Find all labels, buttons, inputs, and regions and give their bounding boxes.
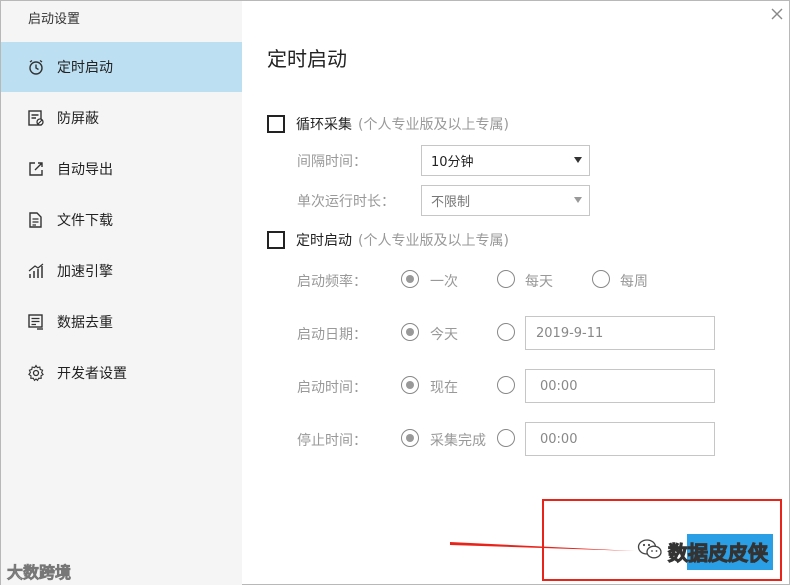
wechat-logo [637, 537, 663, 561]
time-now-radio[interactable] [401, 376, 419, 394]
frequency-weekly-radio[interactable] [592, 270, 610, 288]
shield-doc-icon [27, 109, 45, 127]
stop-custom-radio[interactable] [497, 429, 515, 447]
scheduled-start-checkbox[interactable] [267, 231, 285, 249]
settings-window: 启动设置 定时启动 防屏蔽 自动导出 文件下载 加速引擎 数据去重 开发者设置 … [0, 0, 790, 585]
dedupe-icon [27, 313, 45, 331]
chevron-down-icon [574, 197, 582, 203]
frequency-once-label: 一次 [430, 274, 458, 290]
gear-icon [27, 364, 45, 382]
sidebar-item-dedupe[interactable]: 数据去重 [1, 297, 242, 347]
stop-complete-radio[interactable] [401, 429, 419, 447]
sidebar-item-scheduled-start[interactable]: 定时启动 [1, 42, 242, 92]
sidebar-item-label: 文件下载 [57, 213, 113, 229]
sidebar: 启动设置 定时启动 防屏蔽 自动导出 文件下载 加速引擎 数据去重 开发者设置 … [1, 1, 242, 585]
speed-chart-icon [27, 262, 45, 280]
frequency-daily-label: 每天 [525, 274, 553, 290]
close-icon [771, 8, 783, 20]
file-download-icon [27, 211, 45, 229]
frequency-once-radio[interactable] [401, 270, 419, 288]
loop-collect-label: 循环采集 [296, 117, 352, 133]
date-today-radio[interactable] [401, 323, 419, 341]
frequency-daily-radio[interactable] [497, 270, 515, 288]
stop-time-label: 停止时间： [297, 433, 367, 449]
start-date-input[interactable]: 2019-9-11 [525, 316, 715, 350]
alarm-clock-icon [27, 58, 45, 76]
stop-time-input[interactable]: 00:00 [525, 422, 715, 456]
loop-collect-note: (个人专业版及以上专属) [358, 117, 509, 133]
scheduled-start-row: 定时启动 (个人专业版及以上专属) [267, 230, 509, 250]
export-icon [27, 160, 45, 178]
sidebar-item-label: 数据去重 [57, 315, 113, 331]
window-title: 启动设置 [28, 12, 81, 27]
watermark-text: 数据皮皮侠 [668, 541, 769, 566]
time-now-label: 现在 [430, 380, 458, 396]
scheduled-start-label: 定时启动 [296, 233, 352, 249]
sidebar-item-label: 防屏蔽 [57, 111, 99, 127]
frequency-weekly-label: 每周 [620, 274, 648, 290]
sidebar-item-anti-block[interactable]: 防屏蔽 [1, 93, 242, 143]
time-custom-radio[interactable] [497, 376, 515, 394]
close-button[interactable] [769, 6, 785, 22]
chevron-down-icon [574, 157, 582, 163]
loop-collect-row: 循环采集 (个人专业版及以上专属) [267, 114, 509, 134]
sidebar-item-label: 定时启动 [57, 60, 113, 76]
sidebar-item-auto-export[interactable]: 自动导出 [1, 144, 242, 194]
scheduled-start-note: (个人专业版及以上专属) [358, 233, 509, 249]
date-custom-radio[interactable] [497, 323, 515, 341]
page-title: 定时启动 [267, 47, 347, 71]
start-time-input[interactable]: 00:00 [525, 369, 715, 403]
sidebar-item-label: 加速引擎 [57, 264, 113, 280]
sidebar-item-file-download[interactable]: 文件下载 [1, 195, 242, 245]
sidebar-item-label: 开发者设置 [57, 366, 127, 382]
date-today-label: 今天 [430, 327, 458, 343]
interval-value: 10分钟 [431, 155, 474, 170]
interval-label: 间隔时间： [297, 154, 367, 170]
loop-collect-checkbox[interactable] [267, 115, 285, 133]
stop-complete-label: 采集完成 [430, 433, 486, 449]
sidebar-item-developer-settings[interactable]: 开发者设置 [1, 348, 242, 398]
start-time-label: 启动时间： [297, 380, 367, 396]
bottom-watermark: 大数跨境 [7, 563, 72, 583]
frequency-label: 启动频率： [297, 274, 367, 290]
duration-select[interactable]: 不限制 [421, 185, 590, 216]
start-date-label: 启动日期： [297, 327, 367, 343]
duration-label: 单次运行时长： [297, 194, 395, 210]
duration-value: 不限制 [431, 195, 471, 210]
sidebar-item-label: 自动导出 [57, 162, 113, 178]
interval-select[interactable]: 10分钟 [421, 145, 590, 176]
sidebar-item-speed-engine[interactable]: 加速引擎 [1, 246, 242, 296]
